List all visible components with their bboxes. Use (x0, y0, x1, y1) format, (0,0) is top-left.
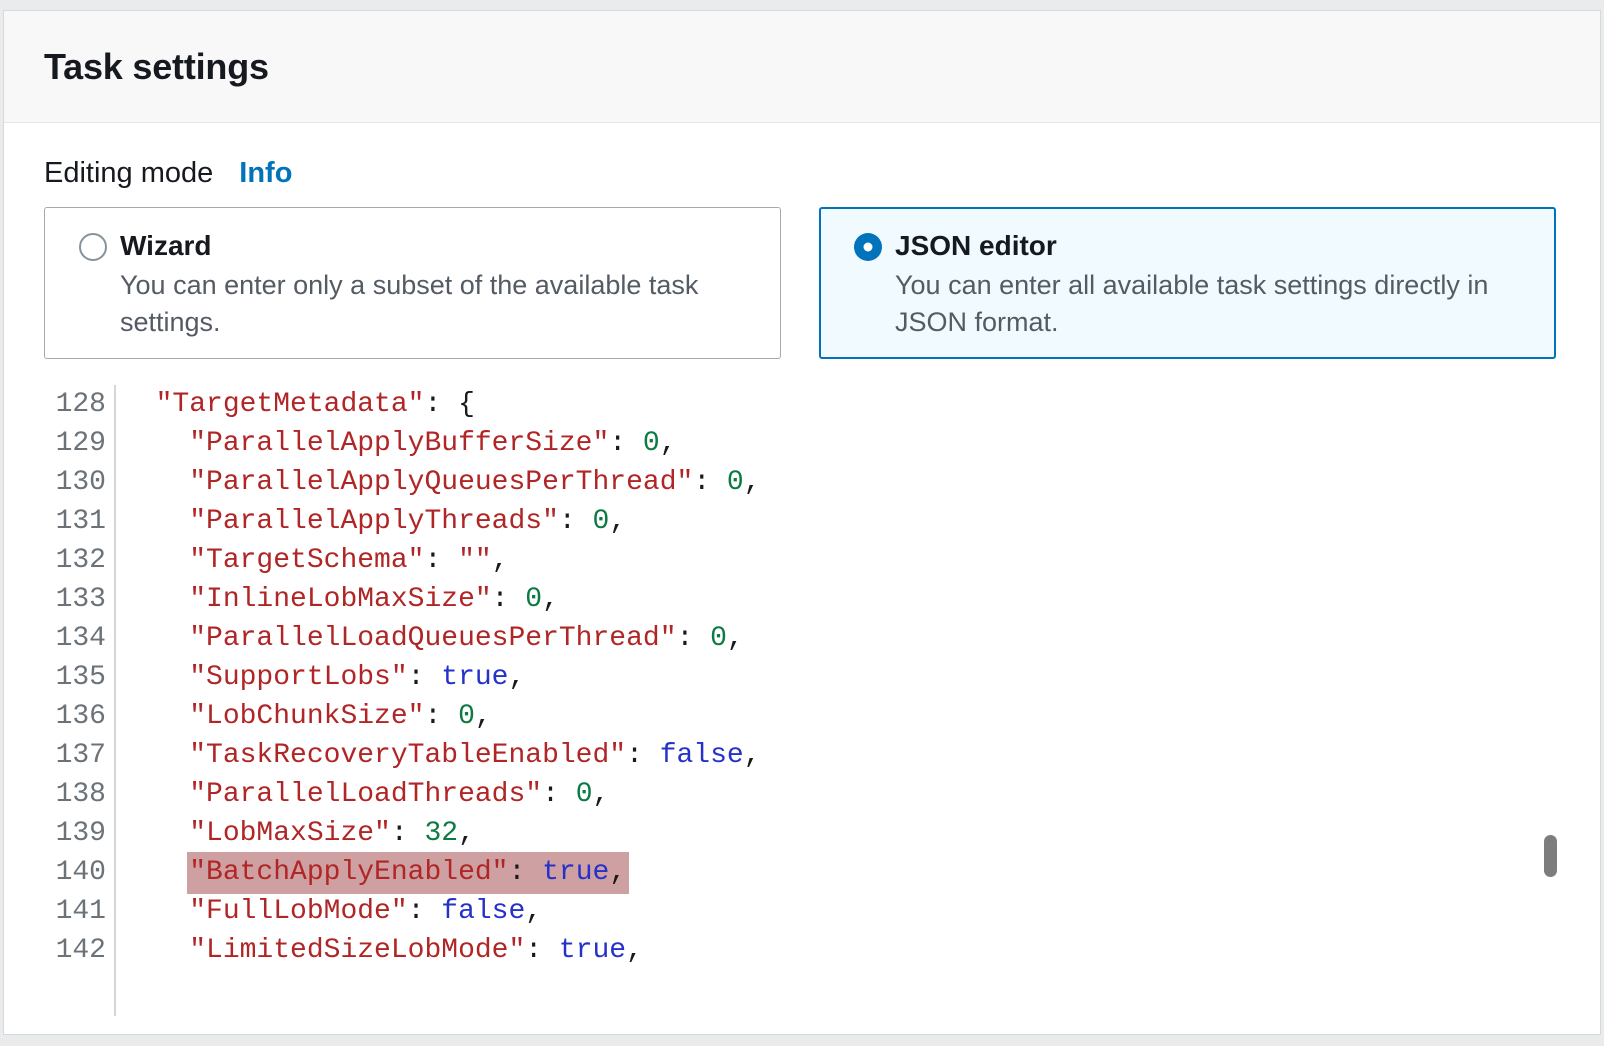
wizard-option-description: You can enter only a subset of the avail… (120, 267, 740, 341)
editing-mode-row: Editing mode Info (44, 157, 1556, 190)
json-editor-card-text: JSON editor You can enter all available … (895, 229, 1525, 341)
code-line: "LobMaxSize": 32, (122, 814, 1556, 853)
code-line: "ParallelApplyQueuesPerThread": 0, (122, 463, 1556, 502)
line-number: 134 (44, 619, 106, 658)
line-number: 136 (44, 697, 106, 736)
json-code-editor[interactable]: 1281291301311321331341351361371381391401… (44, 385, 1556, 1016)
highlighted-code: "BatchApplyEnabled": true, (187, 852, 629, 894)
code-line: "BatchApplyEnabled": true, (122, 853, 1556, 892)
editor-code[interactable]: "TargetMetadata": { "ParallelApplyBuffer… (116, 385, 1556, 1016)
json-editor-option-title: JSON editor (895, 229, 1525, 263)
json-editor-option-description: You can enter all available task setting… (895, 267, 1525, 341)
line-number: 139 (44, 814, 106, 853)
line-number: 142 (44, 931, 106, 970)
line-number: 133 (44, 580, 106, 619)
panel-body: Editing mode Info Wizard You can enter o… (4, 157, 1600, 1016)
vertical-scrollbar-thumb[interactable] (1544, 835, 1557, 877)
json-editor-card-inner: JSON editor You can enter all available … (854, 229, 1525, 341)
line-number: 128 (44, 385, 106, 424)
radio-selected-icon[interactable] (854, 233, 882, 261)
task-settings-panel: Task settings Editing mode Info Wizard Y… (3, 10, 1601, 1035)
line-number: 130 (44, 463, 106, 502)
code-line: "ParallelLoadThreads": 0, (122, 775, 1556, 814)
line-number: 135 (44, 658, 106, 697)
code-line: "TaskRecoveryTableEnabled": false, (122, 736, 1556, 775)
panel-header: Task settings (4, 11, 1600, 123)
code-line: "TargetSchema": "", (122, 541, 1556, 580)
editing-mode-options: Wizard You can enter only a subset of th… (44, 207, 1556, 359)
line-number: 141 (44, 892, 106, 931)
radio-unselected-icon[interactable] (79, 233, 107, 261)
code-line: "ParallelApplyThreads": 0, (122, 502, 1556, 541)
line-number: 140 (44, 853, 106, 892)
wizard-card-inner: Wizard You can enter only a subset of th… (79, 229, 750, 341)
line-number: 132 (44, 541, 106, 580)
wizard-option-title: Wizard (120, 229, 740, 263)
editing-mode-label: Editing mode (44, 157, 213, 190)
page-title: Task settings (44, 46, 269, 88)
code-line: "LobChunkSize": 0, (122, 697, 1556, 736)
code-line: "InlineLobMaxSize": 0, (122, 580, 1556, 619)
code-line: "SupportLobs": true, (122, 658, 1556, 697)
line-number: 138 (44, 775, 106, 814)
code-line: "TargetMetadata": { (122, 385, 1556, 424)
info-link[interactable]: Info (239, 157, 292, 190)
wizard-card-text: Wizard You can enter only a subset of th… (120, 229, 740, 341)
editor-gutter: 1281291301311321331341351361371381391401… (44, 385, 116, 1016)
code-line: "ParallelApplyBufferSize": 0, (122, 424, 1556, 463)
code-line: "ParallelLoadQueuesPerThread": 0, (122, 619, 1556, 658)
option-card-json-editor[interactable]: JSON editor You can enter all available … (819, 207, 1556, 359)
option-card-wizard[interactable]: Wizard You can enter only a subset of th… (44, 207, 781, 359)
code-line: "FullLobMode": false, (122, 892, 1556, 931)
code-line: "LimitedSizeLobMode": true, (122, 931, 1556, 970)
line-number: 131 (44, 502, 106, 541)
line-number: 137 (44, 736, 106, 775)
line-number: 129 (44, 424, 106, 463)
